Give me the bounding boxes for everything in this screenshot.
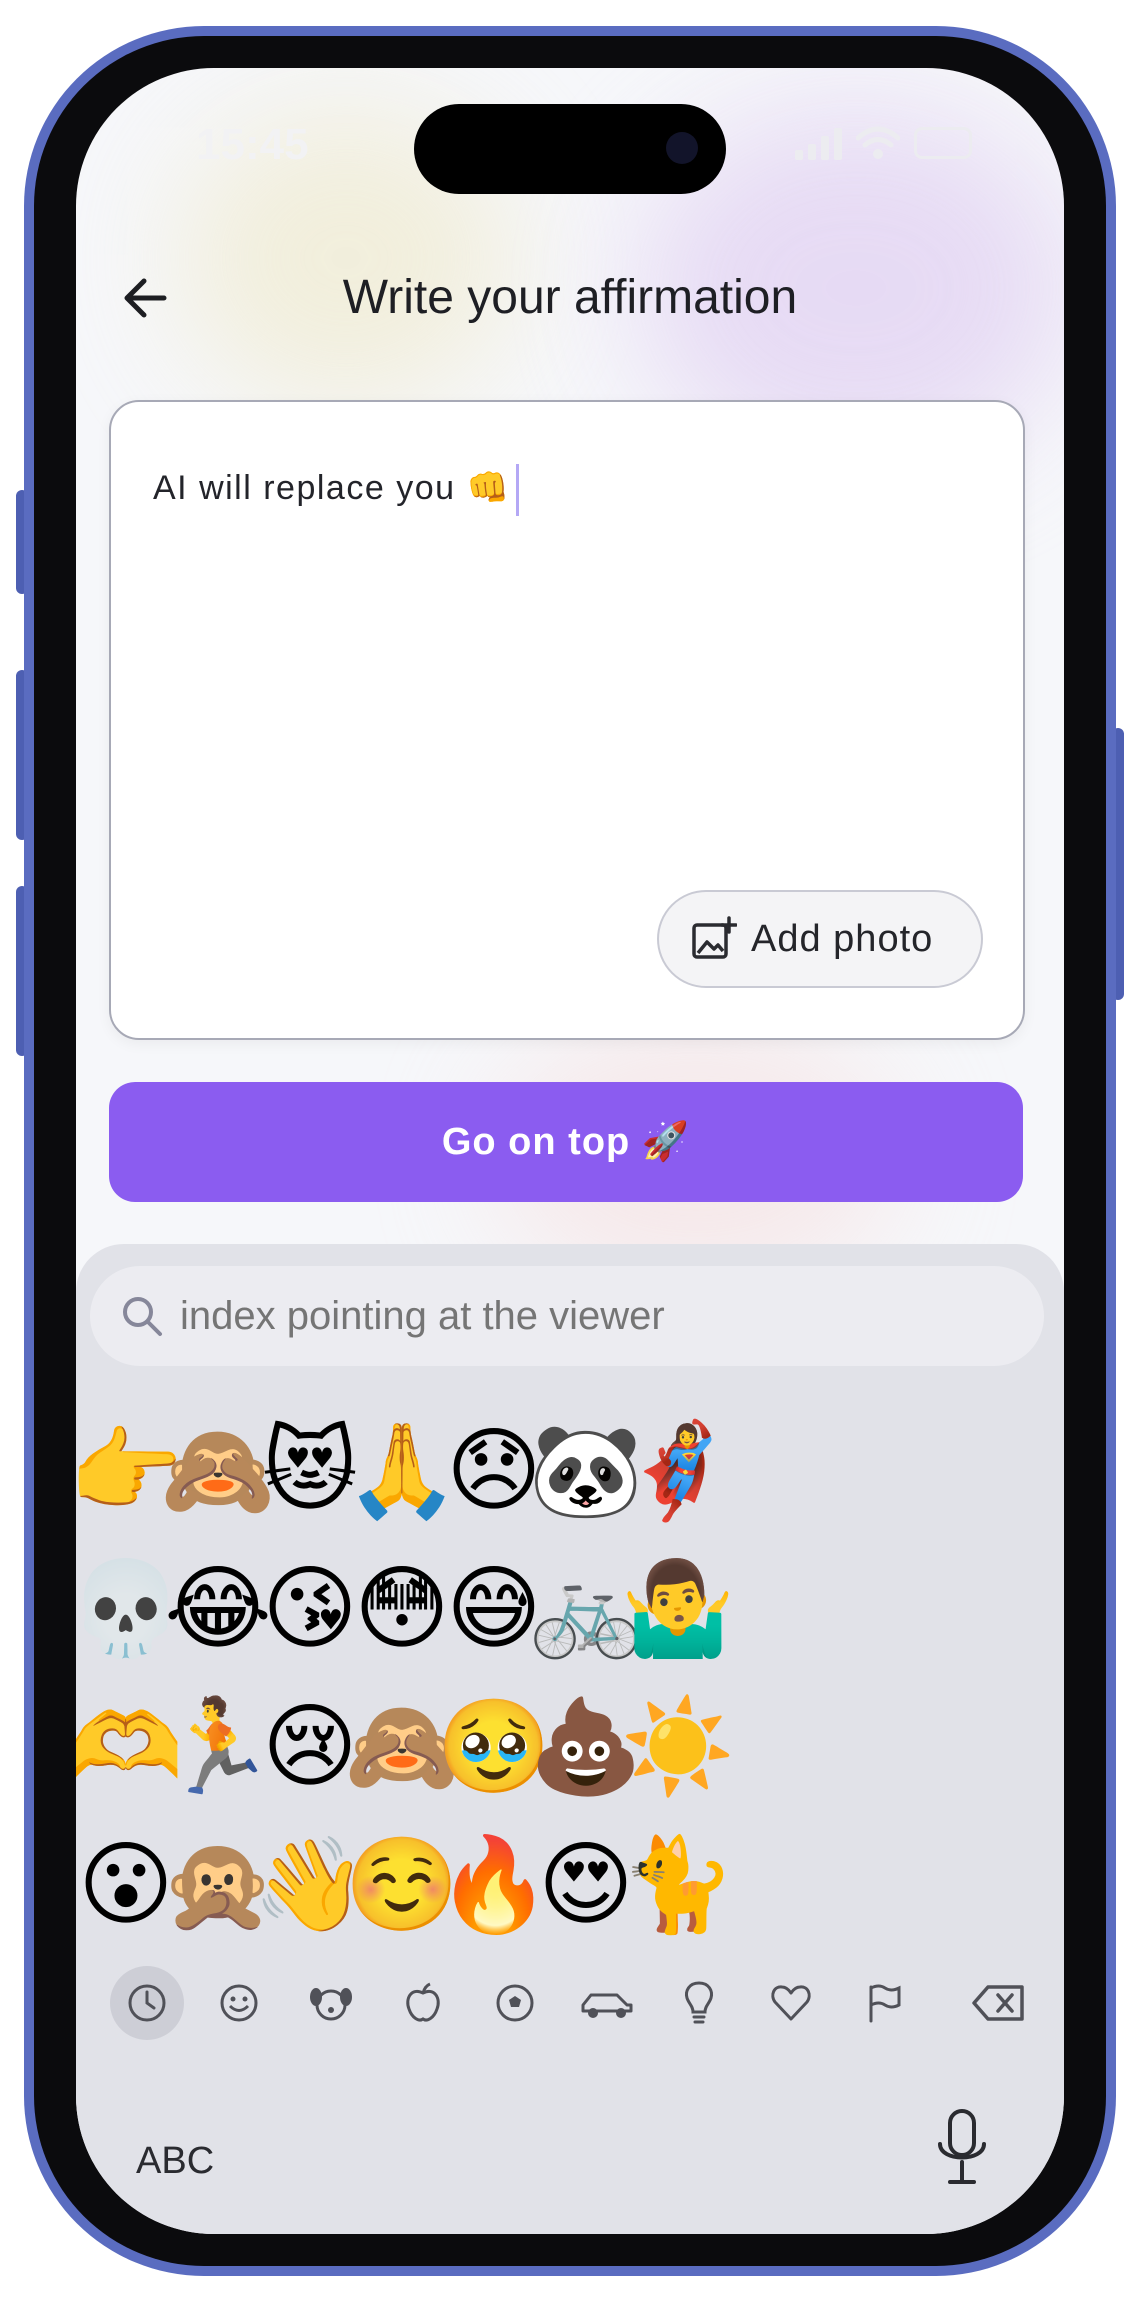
- emoji-key[interactable]: 🦸‍♀️: [618, 1406, 738, 1536]
- dynamic-island: [414, 104, 726, 194]
- emoji-row: 😮 🙊 👋 ☺️ 🔥 😍 🐈: [76, 1820, 1064, 1950]
- emoji-category-bar: [76, 1956, 1064, 2046]
- text-caret: [516, 464, 520, 516]
- emoji-grid: 👉 🙈 😻 🙏 😞 🐼 🦸‍♀️ 💀 😂 😘 😳 😅 🚲 🤷‍♂️ 🫶 �: [76, 1406, 1064, 1966]
- flags-icon[interactable]: [846, 1966, 920, 2040]
- add-photo-button[interactable]: Add photo: [657, 890, 983, 988]
- emoji-row: 💀 😂 😘 😳 😅 🚲 🤷‍♂️: [76, 1544, 1064, 1674]
- symbols-icon[interactable]: [754, 1966, 828, 2040]
- affirmation-editor[interactable]: AI will replace you 👊 Add photo: [109, 400, 1025, 1040]
- recent-icon[interactable]: [110, 1966, 184, 2040]
- app-screen: 15:45 Write your affirmation AI will rep…: [76, 68, 1064, 2234]
- add-photo-label: Add photo: [751, 917, 934, 960]
- search-icon: [123, 1297, 162, 1336]
- emoji-keyboard: 👉 🙈 😻 🙏 😞 🐼 🦸‍♀️ 💀 😂 😘 😳 😅 🚲 🤷‍♂️ 🫶 �: [76, 1244, 1064, 2234]
- emoji-key[interactable]: ☀️: [618, 1682, 738, 1812]
- affirmation-text-row: AI will replace you 👊: [153, 464, 520, 516]
- abc-key[interactable]: ABC: [136, 2140, 214, 2183]
- emoji-search-input[interactable]: [178, 1292, 982, 1340]
- emoji-row: 🫶 🏃 😢 🙈 🥹 💩 ☀️: [76, 1682, 1064, 1812]
- header: Write your affirmation: [76, 258, 1064, 338]
- page-title: Write your affirmation: [342, 271, 798, 324]
- status-icons: [795, 126, 972, 160]
- emoji-key[interactable]: 🤷‍♂️: [618, 1544, 738, 1674]
- go-on-top-button[interactable]: Go on top 🚀: [109, 1082, 1023, 1202]
- front-camera-icon: [666, 132, 698, 164]
- affirmation-text[interactable]: AI will replace you 👊: [153, 469, 510, 507]
- add-image-icon: [692, 916, 737, 959]
- wifi-icon: [856, 126, 900, 159]
- microphone-icon[interactable]: [934, 2108, 990, 2188]
- emoji-row: 👉 🙈 😻 🙏 😞 🐼 🦸‍♀️: [76, 1406, 1064, 1536]
- battery-icon: [914, 127, 972, 159]
- status-time: 15:45: [196, 120, 309, 169]
- signal-icon: [795, 126, 842, 160]
- food-icon[interactable]: [386, 1966, 460, 2040]
- emoji-search-bar[interactable]: [90, 1266, 1044, 1366]
- objects-icon[interactable]: [662, 1966, 736, 2040]
- sports-icon[interactable]: [478, 1966, 552, 2040]
- animal-icon[interactable]: [294, 1966, 368, 2040]
- emoji-key[interactable]: 🐈: [618, 1820, 738, 1950]
- travel-icon[interactable]: [570, 1966, 644, 2040]
- delete-key-icon[interactable]: [962, 1966, 1036, 2040]
- smiley-icon[interactable]: [202, 1966, 276, 2040]
